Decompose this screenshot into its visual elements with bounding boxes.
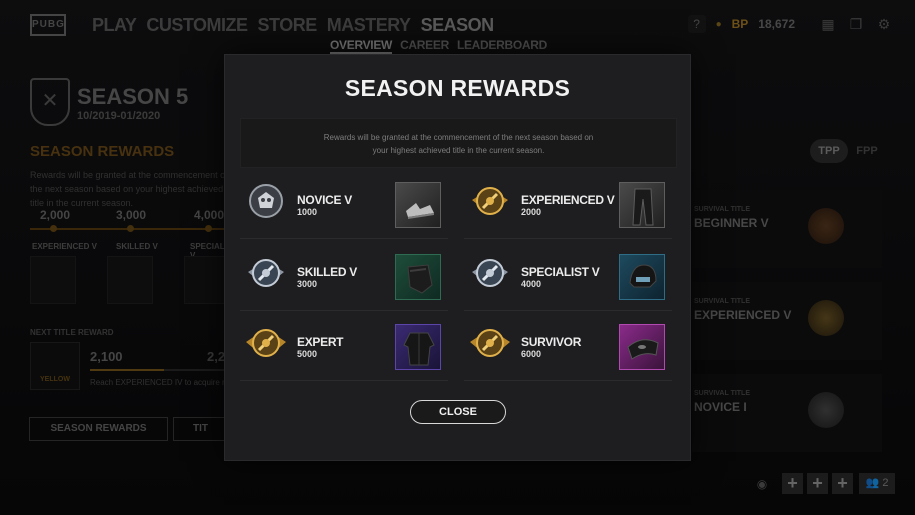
reward-title: EXPERT	[297, 335, 344, 349]
reward-row: SPECIALIST V 4000	[464, 240, 672, 311]
backpack-icon[interactable]	[395, 254, 441, 300]
silver-winged-badge-icon	[244, 250, 288, 296]
mask-icon[interactable]	[619, 324, 665, 370]
close-button[interactable]: CLOSE	[410, 400, 506, 424]
gold-winged-badge-icon	[468, 320, 512, 366]
reward-row: EXPERT 5000	[240, 310, 448, 381]
reward-title: SPECIALIST V	[521, 265, 600, 279]
reward-points: 4000	[521, 279, 542, 289]
reward-points: 6000	[521, 349, 542, 359]
reward-title: SKILLED V	[297, 265, 357, 279]
modal-title: SEASON REWARDS	[344, 75, 571, 101]
gold-winged-badge-icon	[468, 178, 512, 224]
reward-row: EXPERIENCED V 2000	[464, 168, 672, 239]
reward-row: SKILLED V 3000	[240, 240, 448, 311]
reward-points: 3000	[297, 279, 318, 289]
reward-points: 2000	[521, 207, 542, 217]
row-divider	[464, 238, 672, 239]
season-rewards-modal: SEASON REWARDS Rewards will be granted a…	[224, 54, 691, 461]
reward-title: NOVICE V	[297, 193, 352, 207]
silver-winged-badge-icon	[468, 250, 512, 296]
reward-row: NOVICE V 1000	[240, 168, 448, 239]
row-divider	[240, 380, 448, 381]
reward-title: SURVIVOR	[521, 335, 582, 349]
reward-points: 5000	[297, 349, 318, 359]
reward-points: 1000	[297, 207, 318, 217]
silver-skull-badge-icon	[244, 178, 288, 224]
pants-icon[interactable]	[619, 182, 665, 228]
row-divider	[240, 238, 448, 239]
reward-title: EXPERIENCED V	[521, 193, 615, 207]
shoes-icon[interactable]	[395, 182, 441, 228]
gold-winged-badge-icon	[244, 320, 288, 366]
row-divider	[464, 380, 672, 381]
jacket-icon[interactable]	[395, 324, 441, 370]
helmet-icon[interactable]	[619, 254, 665, 300]
reward-row: SURVIVOR 6000	[464, 310, 672, 381]
modal-description: Rewards will be granted at the commencem…	[240, 118, 677, 168]
